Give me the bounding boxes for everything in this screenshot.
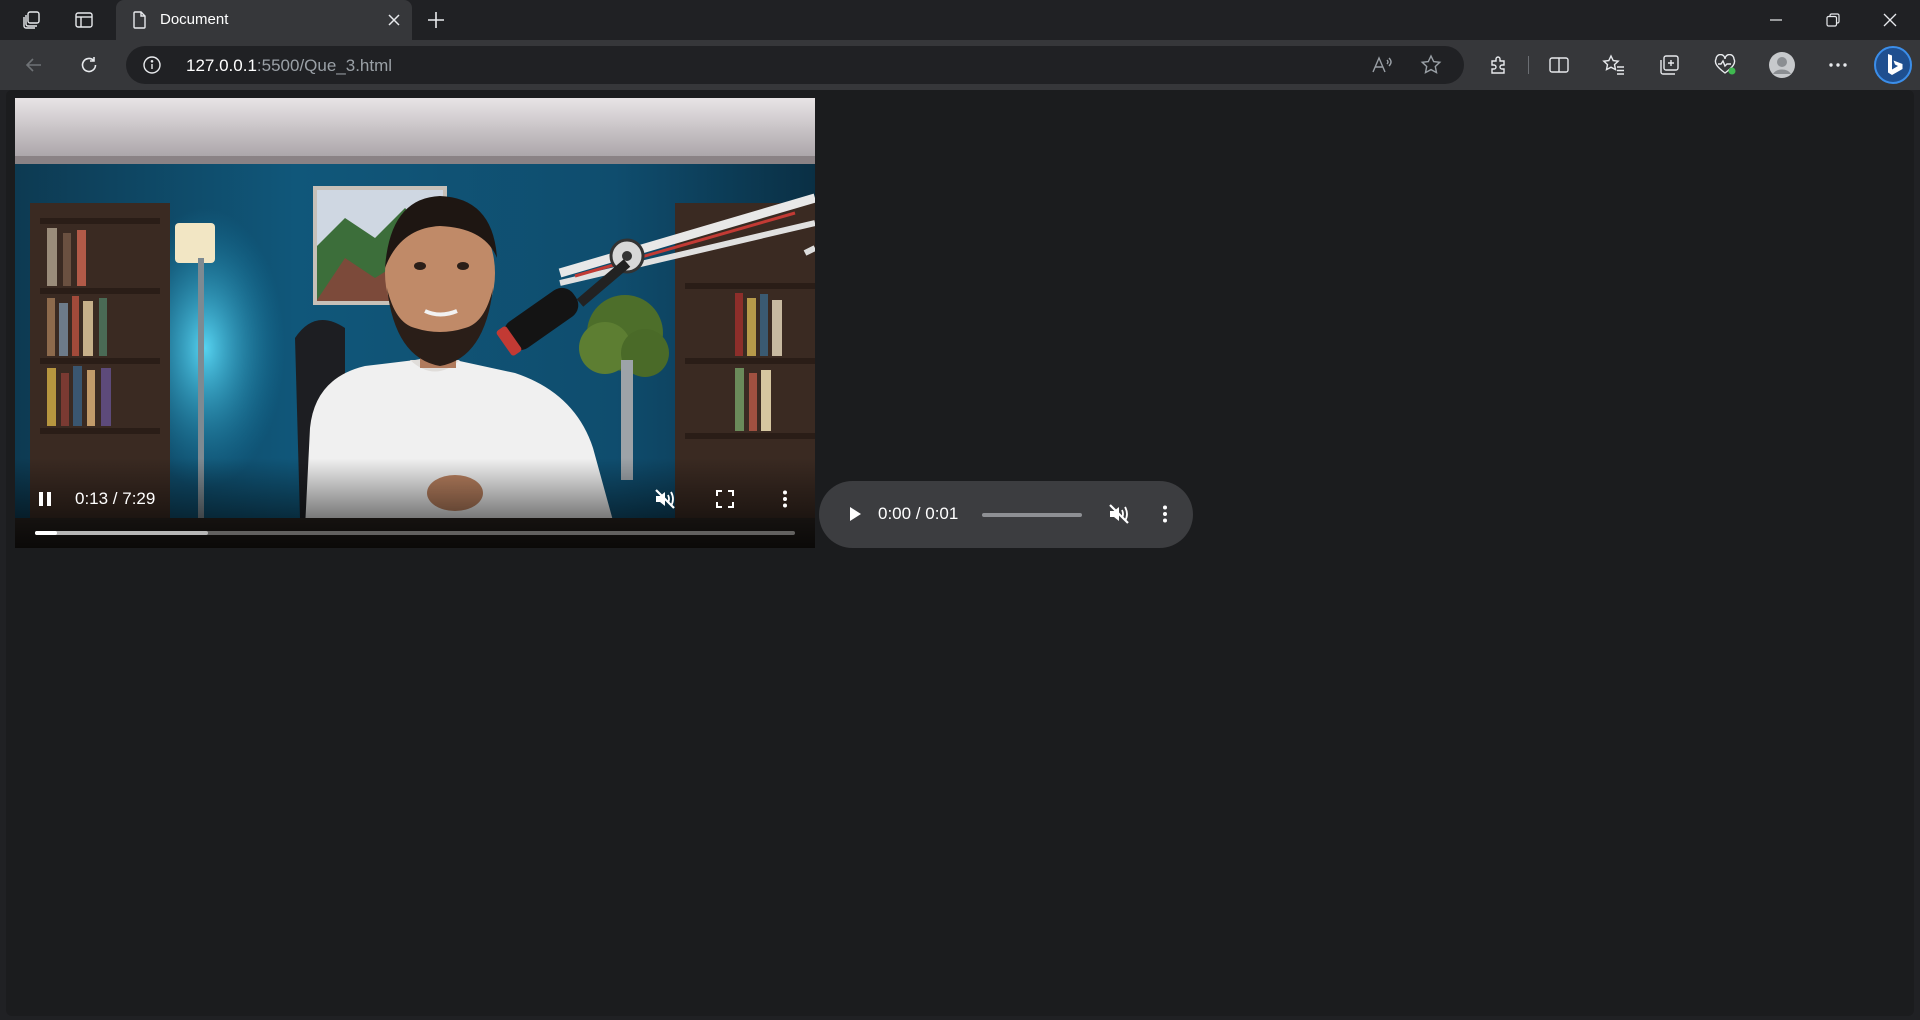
close-window-icon[interactable] (1862, 0, 1918, 40)
tab-title: Document (160, 11, 229, 28)
minimize-icon[interactable] (1748, 0, 1804, 40)
url-text[interactable]: 127.0.0.1:5500/Que_3.html (186, 56, 392, 76)
video-muted-icon[interactable] (649, 483, 681, 515)
audio-time-display: 0:00 / 0:01 (878, 504, 959, 523)
url-path: :5500/Que_3.html (256, 56, 393, 75)
video-time-display: 0:13 / 7:29 (75, 489, 156, 508)
address-bar[interactable]: 127.0.0.1:5500/Que_3.html (126, 46, 1464, 84)
toolbar-divider (1528, 56, 1529, 74)
extensions-icon[interactable] (1480, 48, 1518, 82)
pause-icon[interactable] (29, 483, 61, 515)
site-info-icon[interactable] (142, 55, 162, 75)
profile-avatar-icon[interactable] (1763, 48, 1801, 82)
audio-progress-bar[interactable] (982, 513, 1082, 517)
title-bar: Document (0, 0, 1920, 40)
video-progress-bar[interactable] (35, 531, 795, 535)
url-host: 127.0.0.1 (186, 56, 257, 75)
read-aloud-icon[interactable] (1367, 51, 1397, 79)
split-screen-icon[interactable] (1540, 48, 1578, 82)
restore-icon[interactable] (1805, 0, 1861, 40)
tab-actions-icon[interactable] (66, 4, 102, 36)
close-tab-icon[interactable] (380, 6, 408, 34)
audio-muted-icon[interactable] (1103, 498, 1135, 530)
video-player[interactable]: 0:13 / 7:29 (15, 98, 815, 548)
tab-document[interactable]: Document (116, 0, 412, 40)
video-more-options-icon[interactable] (769, 483, 801, 515)
audio-more-options-icon[interactable] (1149, 498, 1181, 530)
play-icon[interactable] (839, 498, 871, 530)
favorite-star-icon[interactable] (1416, 51, 1446, 79)
more-menu-icon[interactable] (1819, 48, 1857, 82)
video-played-range (35, 531, 58, 535)
new-tab-icon[interactable] (420, 4, 452, 36)
workspaces-icon[interactable] (14, 4, 50, 36)
browser-toolbar: 127.0.0.1:5500/Que_3.html (0, 40, 1920, 90)
refresh-icon[interactable] (71, 48, 107, 82)
fullscreen-icon[interactable] (709, 483, 741, 515)
collections-icon[interactable] (1650, 48, 1688, 82)
page-viewport: 0:13 / 7:29 0:00 / 0:01 (6, 90, 1914, 1016)
video-buffered-range (35, 531, 208, 535)
audio-player[interactable]: 0:00 / 0:01 (819, 481, 1193, 548)
copilot-bing-icon[interactable] (1872, 44, 1914, 86)
video-controls: 0:13 / 7:29 (15, 458, 815, 548)
back-icon[interactable] (16, 48, 52, 82)
page-icon (130, 10, 150, 30)
browser-essentials-icon[interactable] (1706, 48, 1744, 82)
favorites-icon[interactable] (1595, 48, 1633, 82)
